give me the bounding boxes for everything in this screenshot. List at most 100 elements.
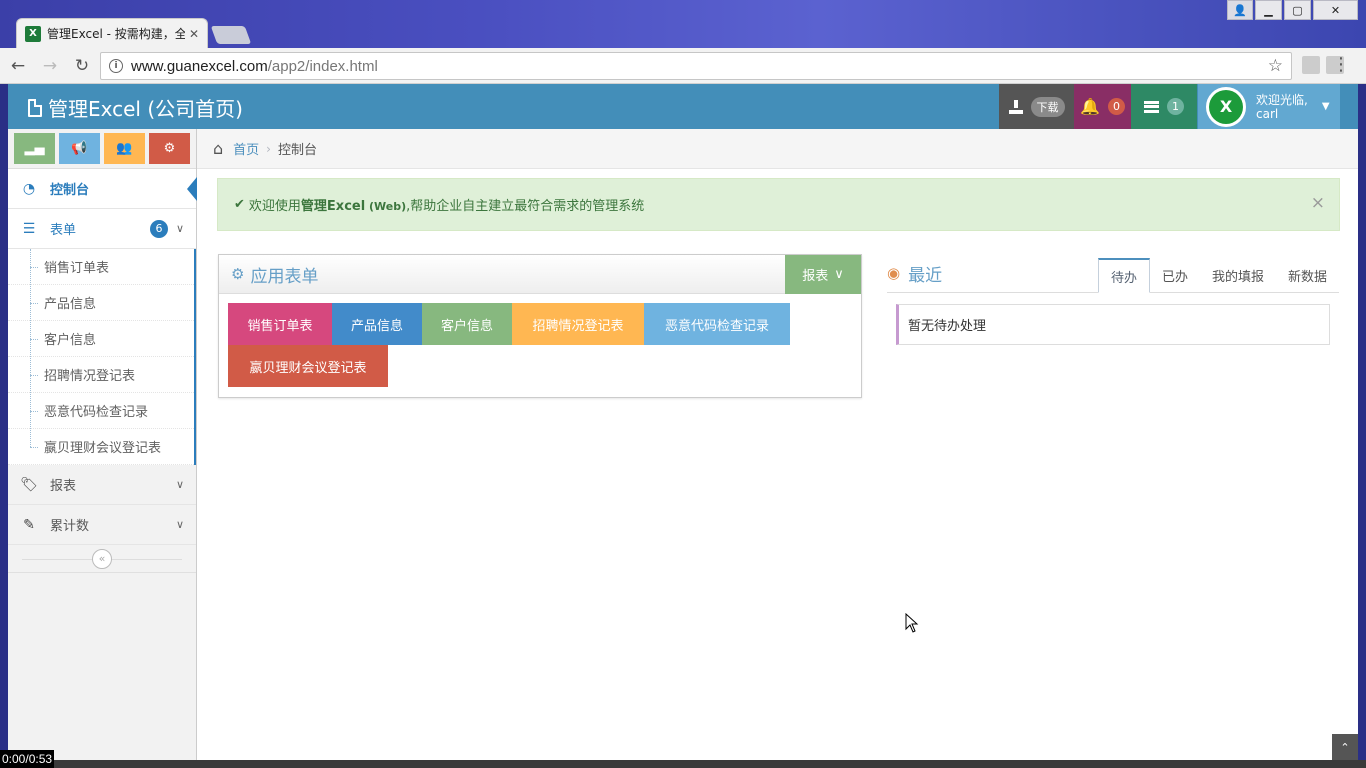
chevron-down-icon: ∨ <box>175 518 184 531</box>
dashboard-icon: ◔ <box>22 180 36 197</box>
window-controls: 👤 ▁ ▢ ✕ <box>1227 0 1358 20</box>
sidebar-item-cumulative[interactable]: ✎ 累计数 ∨ <box>8 505 196 545</box>
submenu-item[interactable]: 销售订单表 <box>8 249 194 285</box>
browser-toolbar: ← → ↻ i www.guanexcel.com/app2/index.htm… <box>0 48 1366 84</box>
cogs-icon[interactable]: ⚙ <box>149 133 190 164</box>
apps-widget-title: ⚙ 应用表单 <box>231 265 319 287</box>
forms-count-badge: 6 <box>150 219 168 238</box>
app-header: 管理Excel (公司首页) 下载 🔔 0 1 X 欢迎光临, carl ▼ <box>8 84 1358 129</box>
back-icon[interactable]: ← <box>4 52 32 80</box>
new-tab-button[interactable] <box>210 26 252 44</box>
alert-prefix: 欢迎使用 <box>248 199 301 214</box>
home-icon: ⌂ <box>213 139 224 158</box>
excel-favicon-icon: X <box>25 25 41 42</box>
list-item: 暂无待办处理 <box>896 304 1330 345</box>
reports-dropdown-button[interactable]: 报表 ∨ <box>785 255 861 294</box>
double-chevron-left-icon[interactable]: « <box>92 548 112 569</box>
notifications-badge: 0 <box>1107 98 1125 115</box>
taskbar-strip <box>0 760 1366 768</box>
submenu-item[interactable]: 恶意代码检查记录 <box>8 393 194 429</box>
chevron-down-icon: ∨ <box>175 478 184 491</box>
user-greeting: 欢迎光临, carl <box>1256 93 1308 121</box>
recent-title: 最近 <box>908 265 943 286</box>
chevron-down-icon: ∨ <box>175 222 184 235</box>
submenu-item[interactable]: 客户信息 <box>8 321 194 357</box>
app-tile-meeting-register[interactable]: 嬴贝理财会议登记表 <box>228 345 388 387</box>
sidebar-item-forms[interactable]: ☰ 表单 6 ∨ <box>8 209 196 249</box>
close-window-button[interactable]: ✕ <box>1313 0 1358 20</box>
video-timestamp: 0:00/0:53 <box>0 750 55 768</box>
tab-todo[interactable]: 待办 <box>1097 258 1150 293</box>
forward-icon[interactable]: → <box>36 52 64 80</box>
welcome-alert: ✔ 欢迎使用 管理Excel (Web) ,帮助企业自主建立最符合需求的管理系统… <box>217 178 1340 231</box>
address-bar[interactable]: i www.guanexcel.com/app2/index.html ☆ <box>100 52 1292 80</box>
chevron-down-icon: ∨ <box>834 267 844 282</box>
alert-product: 管理Excel (Web) <box>300 199 407 214</box>
download-label: 下载 <box>1030 96 1065 117</box>
breadcrumb-home-link[interactable]: 首页 <box>233 139 259 158</box>
sidebar-item-reports[interactable]: 🏷 报表 ∨ <box>8 465 196 505</box>
file-icon <box>28 98 42 117</box>
submenu-item[interactable]: 嬴贝理财会议登记表 <box>8 429 194 465</box>
maximize-button[interactable]: ▢ <box>1284 0 1311 20</box>
avatar: X <box>1206 86 1246 127</box>
forms-submenu: 销售订单表 产品信息 客户信息 招聘情况登记表 恶意代码检查记录 嬴贝理财会议登… <box>8 249 196 465</box>
notifications-button[interactable]: 🔔 0 <box>1074 84 1131 129</box>
rss-icon: ◉ <box>887 264 901 282</box>
sidebar-collapse: « <box>8 545 196 573</box>
info-icon[interactable]: i <box>109 59 123 73</box>
app-window: 管理Excel (公司首页) 下载 🔔 0 1 X 欢迎光临, carl ▼ ▂… <box>8 84 1358 768</box>
app-tile-product-info[interactable]: 产品信息 <box>332 303 422 345</box>
submenu-item[interactable]: 招聘情况登记表 <box>8 357 194 393</box>
pdf-extension-icon[interactable] <box>1302 56 1320 74</box>
tab-title: 管理Excel - 按需构建，全 <box>47 27 185 41</box>
tasks-badge: 1 <box>1167 98 1184 115</box>
apps-tiles: 销售订单表 产品信息 客户信息 招聘情况登记表 恶意代码检查记录 嬴贝理财会议登… <box>219 294 861 396</box>
brand[interactable]: 管理Excel (公司首页) <box>28 93 243 122</box>
sidebar-shortcuts: ▂▄ 📢 👥 ⚙ <box>8 129 196 169</box>
submenu-item[interactable]: 产品信息 <box>8 285 194 321</box>
app-tile-malware-check[interactable]: 恶意代码检查记录 <box>644 303 790 345</box>
tasks-button[interactable]: 1 <box>1131 84 1197 129</box>
scroll-top-button[interactable]: ⌃ <box>1332 734 1358 760</box>
browser-menu-icon[interactable]: ⋮ <box>1332 54 1350 76</box>
apps-widget: ⚙ 应用表单 报表 ∨ 销售订单表 产品信息 客户信息 招聘情况登记表 恶意代码… <box>218 254 862 398</box>
bullhorn-icon[interactable]: 📢 <box>59 133 100 164</box>
caret-down-icon: ▼ <box>1321 101 1330 112</box>
sidebar-item-label: 表单 <box>50 223 77 238</box>
close-icon[interactable]: × <box>1311 193 1325 213</box>
users-icon[interactable]: 👥 <box>104 133 145 164</box>
apps-widget-header: ⚙ 应用表单 报表 ∨ <box>219 255 861 294</box>
recent-widget: ◉ 最近 待办 已办 我的填报 新数据 暂无待办处理 <box>887 254 1339 345</box>
bell-icon: 🔔 <box>1080 97 1100 116</box>
signal-icon[interactable]: ▂▄ <box>14 133 55 164</box>
brand-title: 管理Excel (公司首页) <box>48 97 243 121</box>
reload-icon[interactable]: ↻ <box>68 52 96 80</box>
bookmark-star-icon[interactable]: ☆ <box>1268 56 1283 76</box>
minimize-button[interactable]: ▁ <box>1255 0 1282 20</box>
check-icon: ✔ <box>234 197 245 212</box>
download-icon <box>1008 99 1023 114</box>
close-tab-icon[interactable]: ✕ <box>189 27 199 41</box>
alert-suffix: ,帮助企业自主建立最符合需求的管理系统 <box>406 199 645 214</box>
chevron-right-icon: › <box>266 141 271 156</box>
tab-new-data[interactable]: 新数据 <box>1276 258 1339 293</box>
breadcrumb-current: 控制台 <box>277 143 317 158</box>
url-text: www.guanexcel.com/app2/index.html <box>131 57 378 75</box>
cogs-icon: ⚙ <box>231 265 245 283</box>
edit-icon: ✎ <box>23 516 35 533</box>
app-tile-sales-order[interactable]: 销售订单表 <box>228 303 332 345</box>
sidebar-item-dashboard[interactable]: ◔ 控制台 <box>8 169 197 209</box>
tab-done[interactable]: 已办 <box>1150 258 1200 293</box>
app-tile-recruitment[interactable]: 招聘情况登记表 <box>512 303 644 345</box>
list-icon: ☰ <box>22 220 36 237</box>
user-menu[interactable]: X 欢迎光临, carl ▼ <box>1198 84 1340 129</box>
profile-icon[interactable]: 👤 <box>1227 0 1253 20</box>
download-button[interactable]: 下载 <box>999 84 1074 129</box>
app-tile-customer-info[interactable]: 客户信息 <box>422 303 512 345</box>
tab-my-submissions[interactable]: 我的填报 <box>1200 258 1276 293</box>
sidebar-item-label: 报表 <box>50 479 77 494</box>
browser-tab[interactable]: X 管理Excel - 按需构建，全 ✕ <box>16 18 208 48</box>
breadcrumb: ⌂ 首页 › 控制台 <box>197 129 1358 169</box>
recent-tabs: 待办 已办 我的填报 新数据 <box>1097 258 1339 293</box>
